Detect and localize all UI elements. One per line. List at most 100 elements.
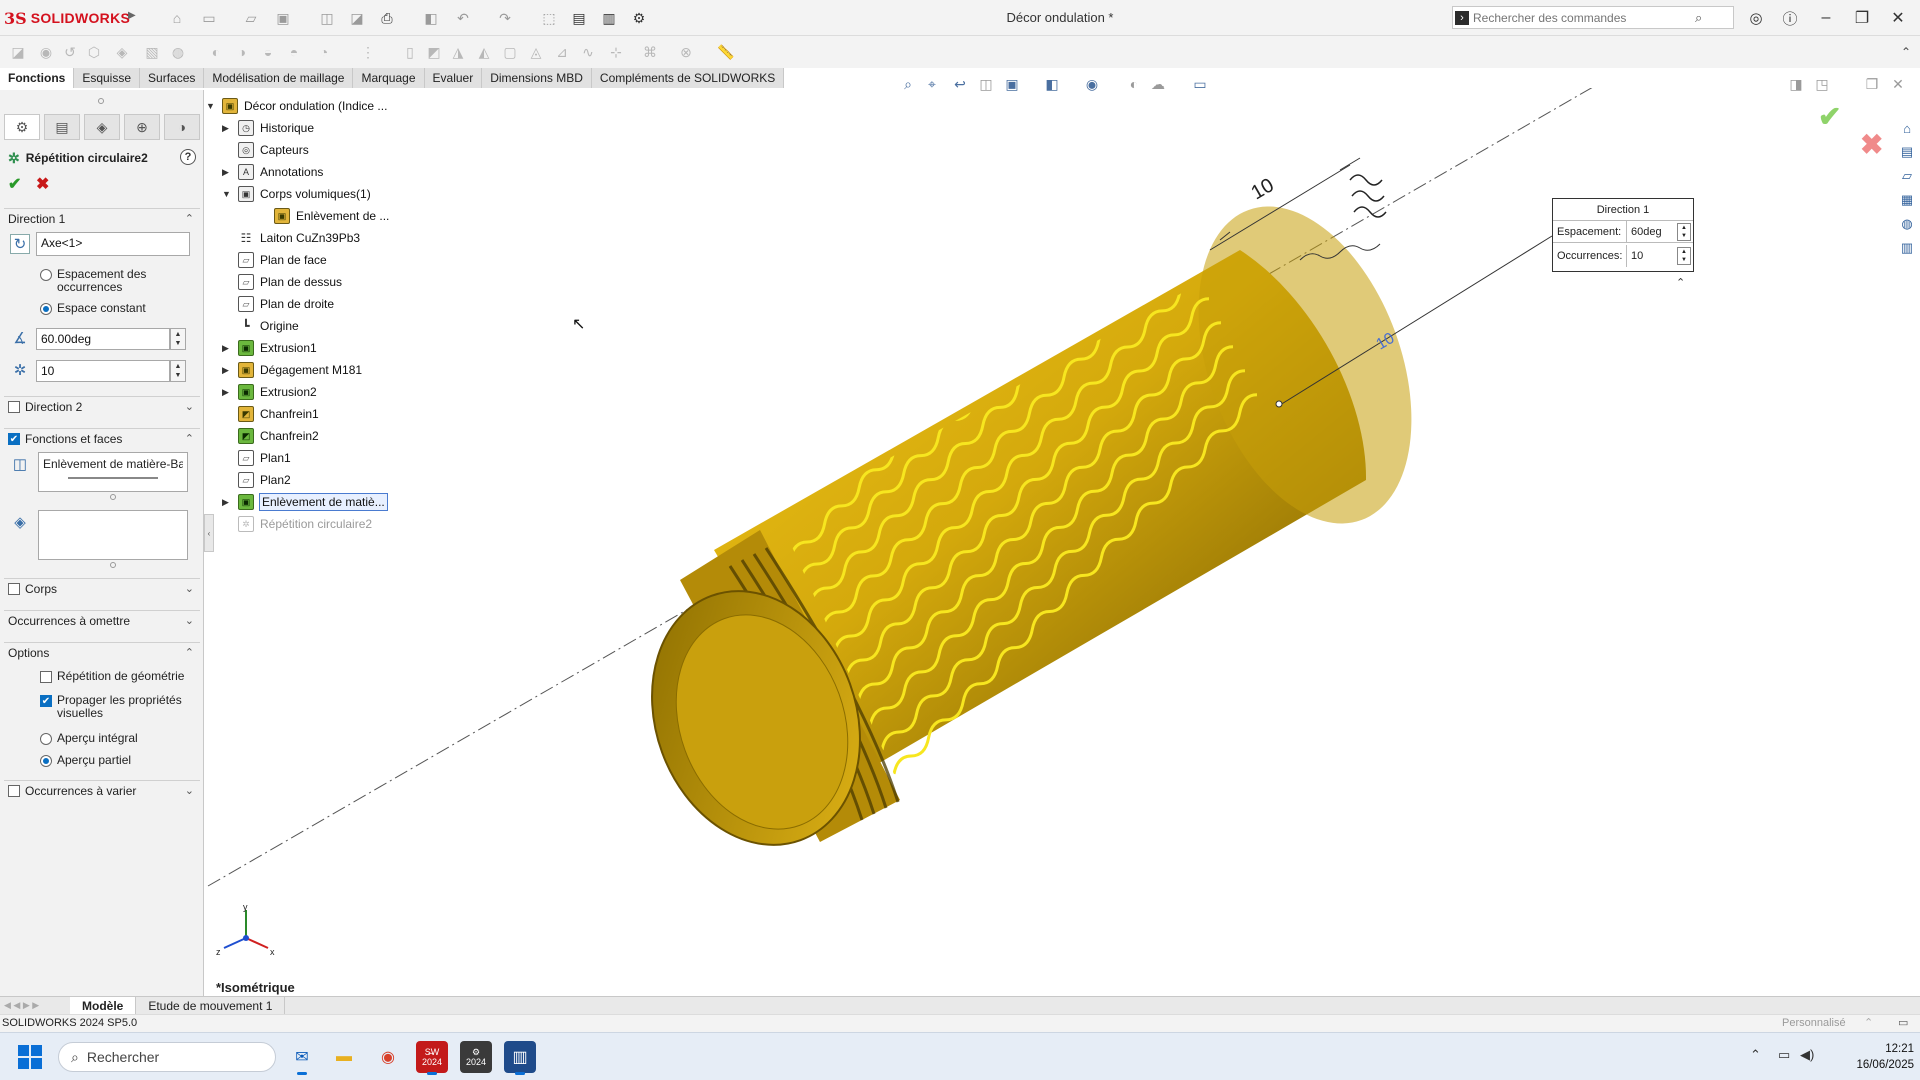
- tree-item-plan1[interactable]: ▱ Plan1: [238, 448, 291, 468]
- tree-item-capteurs[interactable]: ◎ Capteurs: [226, 140, 309, 160]
- status-up-arrow-icon[interactable]: ⌃: [1864, 1015, 1873, 1032]
- hole-wizard-icon[interactable]: ◍: [168, 42, 188, 62]
- tree-item-enlevement-body[interactable]: ▣ Enlèvement de ...: [274, 206, 389, 226]
- expand-arrow-icon[interactable]: ▶: [222, 497, 229, 508]
- tab-modelisation-maillage[interactable]: Modélisation de maillage: [204, 68, 354, 88]
- partial-preview-option[interactable]: Aperçu partiel: [40, 754, 200, 767]
- feature-manager-tab-icon[interactable]: ▤: [44, 114, 80, 140]
- tree-item-plan2[interactable]: ▱ Plan2: [238, 470, 291, 490]
- expand-arrow-icon[interactable]: ▶: [222, 387, 229, 398]
- new-document-icon[interactable]: ▭: [198, 8, 220, 28]
- make-drawing-icon[interactable]: ◫: [316, 8, 338, 28]
- show-hidden-icons-icon[interactable]: ⌃: [1750, 1047, 1761, 1063]
- status-chat-icon[interactable]: ▭: [1898, 1015, 1908, 1032]
- angle-input[interactable]: 60.00deg: [36, 328, 170, 350]
- options-gear-icon[interactable]: ⚙: [628, 8, 650, 28]
- search-icon[interactable]: ⌕: [1695, 10, 1702, 26]
- solidworks-app-icon[interactable]: S̶W 2024: [416, 1041, 448, 1075]
- restore-button[interactable]: ❐: [1848, 6, 1876, 30]
- extrude-cut-icon[interactable]: ▧: [142, 42, 162, 62]
- file-properties-icon[interactable]: ▥: [598, 8, 620, 28]
- bodies-checkbox[interactable]: [8, 582, 20, 595]
- collapse-icon[interactable]: ⌃: [185, 432, 194, 445]
- file-explorer-app-icon[interactable]: ▬: [328, 1041, 360, 1073]
- viewport-split-icon[interactable]: ◨: [1786, 74, 1806, 94]
- confirm-ok-icon[interactable]: ✔: [1818, 100, 1841, 133]
- radio-spacing-occurrences[interactable]: Espacement des occurrences: [40, 268, 200, 294]
- rapid-sketch-icon[interactable]: ⌘: [640, 42, 660, 62]
- solidworks-logo[interactable]: 3S SOLIDWORKS: [4, 8, 130, 28]
- radio-button[interactable]: [40, 755, 52, 767]
- expand-icon[interactable]: ⌄: [185, 400, 194, 413]
- save-icon[interactable]: ▣: [272, 8, 294, 28]
- radio-button[interactable]: [40, 269, 52, 281]
- minimize-button[interactable]: –: [1812, 6, 1840, 30]
- expand-arrow-icon[interactable]: ▼: [206, 101, 215, 111]
- home-icon[interactable]: ⌂: [166, 8, 188, 28]
- swept-cut-icon[interactable]: ◑: [232, 42, 252, 62]
- radio-constant-spacing[interactable]: Espace constant: [40, 302, 200, 315]
- propagate-visual-option[interactable]: ✔ Propager les propriétés visuelles: [40, 694, 200, 720]
- previous-view-icon[interactable]: ↩: [950, 74, 970, 94]
- expand-arrow-icon[interactable]: ▶: [222, 123, 229, 134]
- options-header[interactable]: Options ⌃: [4, 642, 200, 662]
- reference-geometry-icon[interactable]: ⊿: [552, 42, 572, 62]
- display-manager-tab-icon[interactable]: ◑: [164, 114, 200, 140]
- collapse-icon[interactable]: ⌃: [185, 646, 194, 659]
- dimxpert-tab-icon[interactable]: ⊕: [124, 114, 160, 140]
- boundary-cut-icon[interactable]: ◓: [284, 42, 304, 62]
- sweep-icon[interactable]: ↺: [60, 42, 80, 62]
- checkbox[interactable]: [40, 671, 52, 683]
- radio-button[interactable]: [40, 733, 52, 745]
- windows-start-icon[interactable]: [18, 1045, 42, 1069]
- tree-item-repetition-circulaire[interactable]: ✲ Répétition circulaire2: [238, 514, 372, 534]
- tree-item-plan-droite[interactable]: ▱ Plan de droite: [238, 294, 334, 314]
- features-faces-header[interactable]: ✔ Fonctions et faces ⌃: [4, 428, 200, 448]
- chrome-app-icon[interactable]: ◉: [372, 1041, 404, 1073]
- tree-item-origine[interactable]: ┗ Origine: [238, 316, 298, 336]
- tab-esquisse[interactable]: Esquisse: [74, 68, 141, 88]
- callout-collapse-icon[interactable]: ⌃: [1676, 276, 1685, 289]
- view-palette-icon[interactable]: ▦: [1897, 190, 1917, 210]
- angle-spinner[interactable]: ▲ ▼: [170, 328, 186, 350]
- fillet-icon[interactable]: ◔: [314, 42, 334, 62]
- revolve-boss-icon[interactable]: ◉: [36, 42, 56, 62]
- tree-item-chanfrein2[interactable]: ◩ Chanfrein2: [238, 426, 319, 446]
- instances-spinner[interactable]: ▲ ▼: [170, 360, 186, 382]
- checkbox[interactable]: ✔: [40, 695, 52, 707]
- full-preview-option[interactable]: Aperçu intégral: [40, 732, 200, 745]
- tree-item-annotations[interactable]: ▶ A Annotations: [222, 162, 323, 182]
- rib-icon[interactable]: ▯: [400, 42, 420, 62]
- solidworks-admin-app-icon[interactable]: ⚙ 2024: [460, 1041, 492, 1073]
- factory-app-icon[interactable]: ▥: [504, 1041, 536, 1075]
- tree-item-degagement[interactable]: ▶ ▣ Dégagement M181: [222, 360, 362, 380]
- list-resize-grip[interactable]: [110, 494, 116, 500]
- tree-item-chanfrein1[interactable]: ◩ Chanfrein1: [238, 404, 319, 424]
- edit-appearance-icon[interactable]: ◐: [1124, 74, 1144, 94]
- lofted-cut-icon[interactable]: ◒: [258, 42, 278, 62]
- expand-icon[interactable]: ⌄: [185, 784, 194, 797]
- tree-item-material[interactable]: ☷ Laiton CuZn39Pb3: [238, 228, 360, 248]
- view-settings-icon[interactable]: ▭: [1190, 74, 1210, 94]
- axis-handle[interactable]: [1275, 400, 1283, 408]
- callout-count-spinner[interactable]: ▲ ▼: [1677, 247, 1691, 265]
- help-icon[interactable]: ?: [180, 149, 196, 165]
- direction2-checkbox[interactable]: [8, 400, 20, 413]
- command-search-input[interactable]: [1473, 10, 1693, 25]
- collapse-icon[interactable]: ⌃: [185, 212, 194, 225]
- tree-item-extrusion1[interactable]: ▶ ▣ Extrusion1: [222, 338, 317, 358]
- hide-show-icon[interactable]: ◉: [1082, 74, 1102, 94]
- select-icon[interactable]: ⬚: [538, 8, 560, 28]
- confirm-cancel-icon[interactable]: ✖: [1860, 128, 1883, 161]
- tab-complements[interactable]: Compléments de SOLIDWORKS: [591, 68, 785, 88]
- property-manager-tab-icon[interactable]: ⚙: [4, 114, 40, 140]
- dimension-top-label[interactable]: 10: [1248, 174, 1278, 204]
- tab-model[interactable]: Modèle: [70, 996, 137, 1015]
- tab-surfaces[interactable]: Surfaces: [140, 68, 205, 88]
- ok-button[interactable]: ✔: [8, 174, 21, 194]
- expand-arrow-icon[interactable]: ▶: [222, 343, 229, 354]
- loft-icon[interactable]: ⬡: [84, 42, 104, 62]
- help-icon[interactable]: ⓘ: [1776, 6, 1804, 30]
- expand-icon[interactable]: ⌄: [185, 582, 194, 595]
- resources-home-icon[interactable]: ⌂: [1897, 118, 1917, 138]
